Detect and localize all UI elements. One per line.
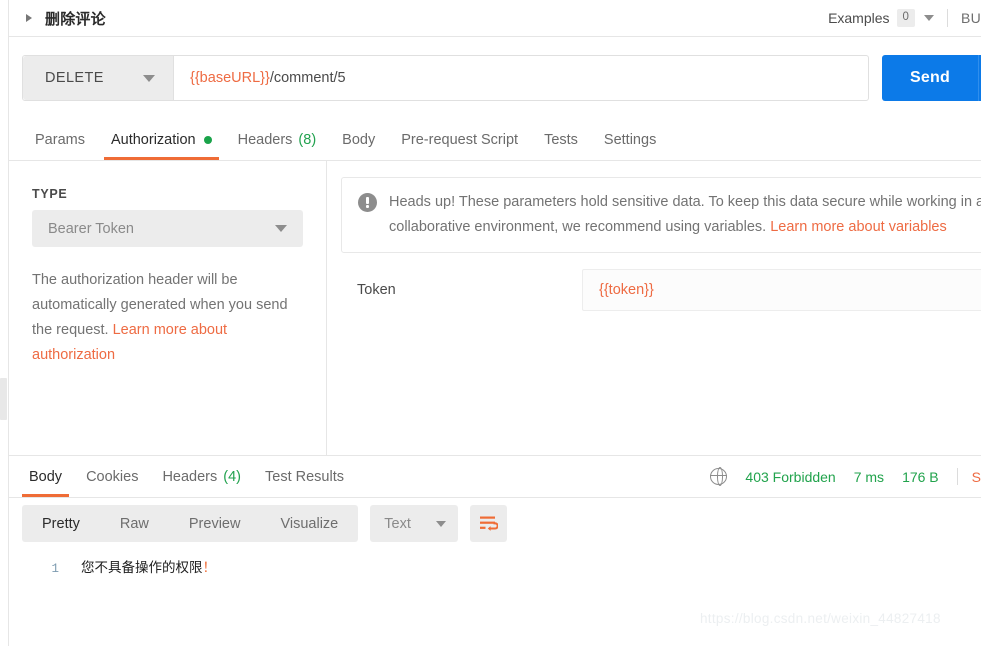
sidebar-scrollbar[interactable]	[0, 378, 7, 420]
tab-pre-request-script[interactable]: Pre-request Script	[388, 119, 531, 160]
word-wrap-toggle[interactable]	[470, 505, 508, 542]
line-number: 1	[51, 562, 59, 576]
code-line: 1 您不具备操作的权限！	[9, 556, 981, 576]
response-tab-cookies-label: Cookies	[86, 468, 139, 485]
response-tab-cookies[interactable]: Cookies	[74, 456, 150, 497]
response-tab-headers[interactable]: Headers (4)	[150, 456, 253, 497]
format-chevron-down-icon	[436, 520, 447, 527]
divider	[956, 468, 958, 485]
url-variable: {{baseURL}}	[190, 70, 270, 86]
tab-pre-request-script-label: Pre-request Script	[401, 131, 519, 148]
save-response-button[interactable]: S	[972, 469, 981, 485]
response-tab-headers-label: Headers	[162, 468, 218, 485]
tab-tests[interactable]: Tests	[531, 119, 591, 160]
response-status-code: 403 Forbidden	[745, 468, 836, 485]
sidebar-edge	[0, 0, 9, 646]
token-row: Token {{token}}	[341, 269, 981, 311]
response-tab-body[interactable]: Body	[17, 456, 74, 497]
view-preview[interactable]: Preview	[169, 505, 261, 542]
response-format-value: Text	[384, 515, 411, 532]
method-chevron-down-icon	[143, 74, 155, 82]
response-format-select[interactable]: Text	[370, 505, 459, 542]
http-method-value: DELETE	[45, 70, 104, 86]
view-raw[interactable]: Raw	[100, 505, 169, 542]
examples-chevron-down-icon[interactable]	[923, 15, 934, 21]
auth-type-panel: TYPE Bearer Token The authorization head…	[9, 161, 327, 455]
examples-label: Examples	[828, 10, 890, 26]
tab-authorization[interactable]: Authorization	[98, 119, 225, 160]
tab-authorization-label: Authorization	[110, 131, 196, 148]
tab-params-label: Params	[35, 131, 85, 148]
view-visualize-label: Visualize	[280, 515, 339, 532]
view-raw-label: Raw	[119, 515, 149, 532]
watermark: https://blog.csdn.net/weixin_44827418	[700, 611, 941, 626]
view-preview-label: Preview	[188, 515, 241, 532]
tab-tests-label: Tests	[544, 131, 578, 148]
token-label: Token	[357, 282, 396, 298]
examples-count-badge: 0	[896, 9, 915, 27]
request-tabs: Params Authorization Headers (8) Body Pr…	[9, 119, 981, 161]
collapse-triangle-icon[interactable]	[25, 13, 35, 23]
response-size: 176 B	[902, 468, 939, 485]
http-method-select[interactable]: DELETE	[23, 56, 174, 100]
response-view-switcher: Pretty Raw Preview Visualize	[22, 505, 359, 542]
warning-text: Heads up! These parameters hold sensitiv…	[389, 190, 981, 240]
response-tab-test-results[interactable]: Test Results	[253, 456, 356, 497]
auth-type-value: Bearer Token	[48, 220, 134, 237]
request-name-bar: 删除评论 Examples 0 BU	[9, 0, 981, 37]
warning-link[interactable]: Learn more about variables	[770, 219, 947, 235]
request-name-bar-right: Examples 0 BU	[828, 0, 981, 36]
view-visualize[interactable]: Visualize	[260, 505, 358, 542]
warning-exclamation-icon	[358, 193, 377, 212]
request-title: 删除评论	[45, 10, 106, 28]
response-body-content[interactable]: 1 您不具备操作的权限！	[9, 556, 981, 646]
auth-help-text: The authorization header will be automat…	[32, 268, 306, 368]
tab-body[interactable]: Body	[329, 119, 388, 160]
url-input[interactable]: {{baseURL}}/comment/5	[174, 56, 868, 100]
url-bar: DELETE {{baseURL}}/comment/5 Send	[22, 55, 981, 101]
view-pretty[interactable]: Pretty	[22, 505, 100, 542]
response-status-bar: 403 Forbidden 7 ms 176 B S	[709, 456, 981, 497]
token-input[interactable]: {{token}}	[582, 269, 981, 311]
build-button[interactable]: BU	[961, 10, 981, 26]
response-message: 您不具备操作的权限	[81, 560, 203, 576]
send-button-group: Send	[882, 55, 981, 101]
postman-request-view: 删除评论 Examples 0 BU DELETE {{baseURL}}/co…	[0, 0, 981, 646]
tab-headers-count: (8)	[298, 131, 317, 148]
word-wrap-icon	[480, 516, 499, 531]
response-tabs: Body Cookies Headers (4) Test Results 40…	[9, 456, 981, 498]
url-path: /comment/5	[269, 70, 346, 86]
url-bar-section: DELETE {{baseURL}}/comment/5 Send	[9, 37, 981, 119]
auth-type-chevron-down-icon	[275, 225, 287, 232]
sensitive-data-warning: Heads up! These parameters hold sensitiv…	[341, 177, 981, 253]
response-tab-test-results-label: Test Results	[265, 468, 344, 485]
response-time: 7 ms	[853, 468, 885, 485]
response-body-toolbar: Pretty Raw Preview Visualize Text	[9, 505, 508, 542]
tab-body-label: Body	[342, 131, 376, 148]
response-body-text: 您不具备操作的权限！	[81, 556, 216, 576]
response-message-suffix: ！	[202, 560, 217, 576]
tab-settings-label: Settings	[603, 131, 657, 148]
divider	[946, 9, 948, 27]
response-tab-headers-count: (4)	[223, 468, 241, 485]
send-button[interactable]: Send	[882, 55, 978, 101]
view-pretty-label: Pretty	[42, 515, 80, 532]
response-tab-body-label: Body	[29, 468, 63, 485]
tab-headers[interactable]: Headers (8)	[225, 119, 330, 160]
auth-type-select[interactable]: Bearer Token	[32, 210, 303, 247]
token-value: {{token}}	[599, 282, 654, 298]
tab-params[interactable]: Params	[22, 119, 98, 160]
method-and-url: DELETE {{baseURL}}/comment/5	[22, 55, 869, 101]
auth-details-panel: Heads up! These parameters hold sensitiv…	[327, 161, 981, 455]
tab-settings[interactable]: Settings	[591, 119, 669, 160]
tab-headers-label: Headers	[237, 131, 293, 148]
globe-icon[interactable]	[709, 467, 728, 487]
auth-type-label: TYPE	[32, 187, 68, 201]
auth-active-dot-icon	[203, 135, 212, 144]
